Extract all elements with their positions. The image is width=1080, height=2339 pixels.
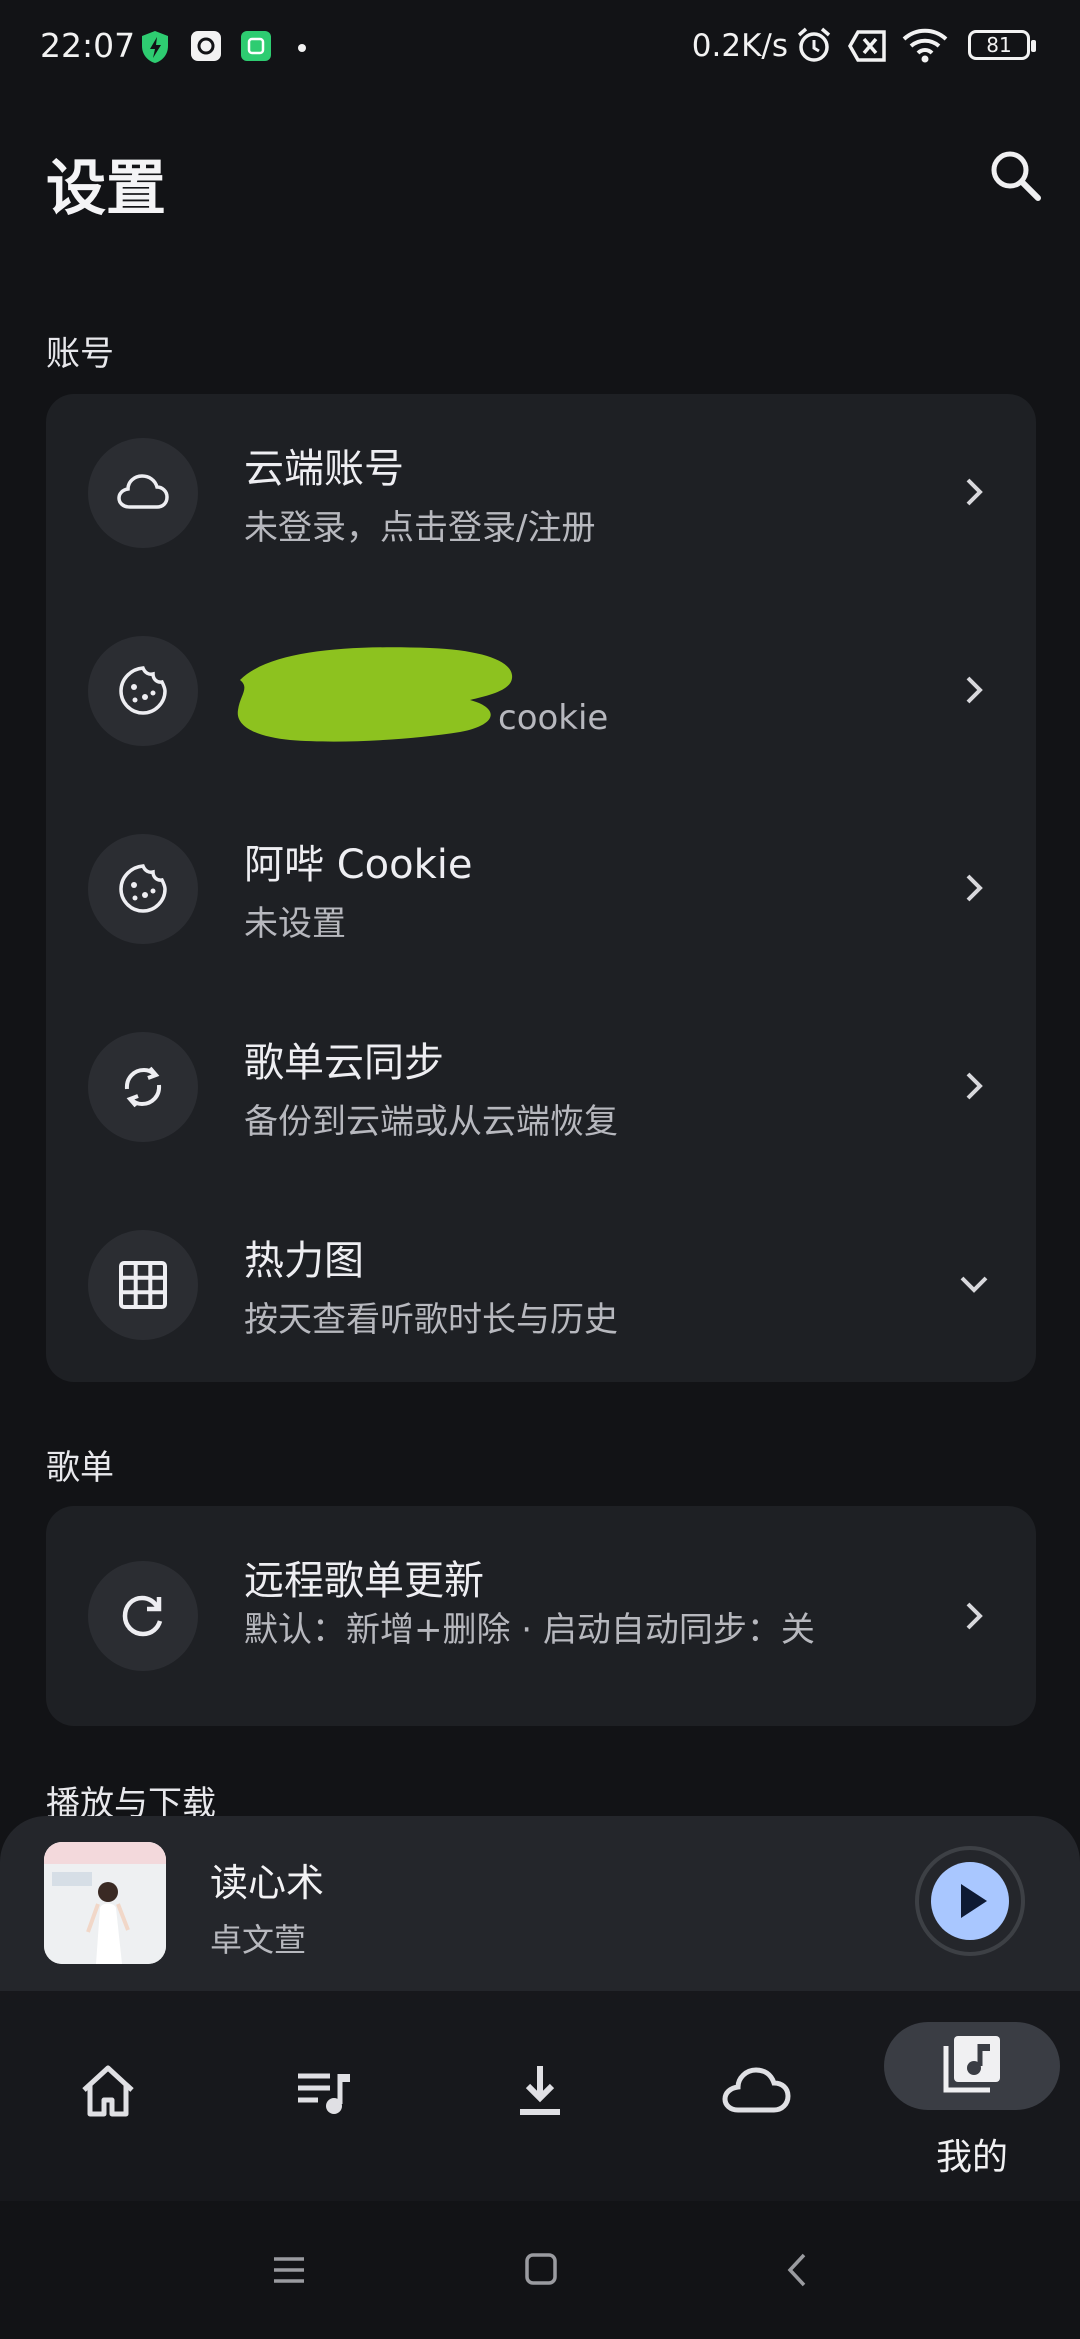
row-subtitle: 未设置 [244, 904, 346, 944]
album-art[interactable] [44, 1842, 166, 1964]
cloud-icon [722, 2067, 791, 2113]
library-icon [943, 2036, 1000, 2093]
row-title: 阿哔 Cookie [244, 842, 473, 888]
section-label-playlist: 歌单 [46, 1448, 114, 1488]
menu-icon[interactable] [272, 2253, 306, 2287]
playlist-cloud-sync-row[interactable]: 歌单云同步 备份到云端或从云端恢复 [46, 988, 1036, 1186]
album-cover-image [44, 1842, 166, 1964]
cloud-icon [117, 474, 169, 509]
cookie-icon [119, 666, 167, 715]
row-subtitle: 备份到云端或从云端恢复 [244, 1102, 618, 1142]
chevron-right-icon [966, 478, 983, 506]
search-icon [991, 151, 1041, 201]
app-notification-icon [191, 31, 221, 61]
shield-bolt-icon [142, 31, 168, 63]
play-button[interactable] [931, 1862, 1009, 1940]
nav-home[interactable] [68, 2052, 148, 2132]
cookie-icon-container [88, 834, 198, 944]
heatmap-row[interactable]: 热力图 按天查看听歌时长与历史 [46, 1186, 1036, 1384]
nav-cloud[interactable] [716, 2052, 796, 2132]
row-title: 热力图 [244, 1238, 364, 1284]
sim-off-icon [848, 30, 886, 62]
refresh-icon-container [88, 1561, 198, 1671]
search-button[interactable] [980, 140, 1052, 212]
chevron-right-icon [966, 1072, 983, 1100]
nav-mine[interactable] [884, 2022, 1060, 2110]
chevron-down-icon [960, 1276, 988, 1293]
net-speed: 0.2K/s [691, 28, 788, 64]
abi-cookie-row[interactable]: 阿哔 Cookie 未设置 [46, 790, 1036, 988]
remote-playlist-update-row[interactable]: 远程歌单更新 默认：新增+删除 · 启动自动同步：关 [46, 1506, 1036, 1726]
row-subtitle: 按天查看听歌时长与历史 [244, 1300, 618, 1340]
row-subtitle: 默认：新增+删除 · 启动自动同步：关 [244, 1610, 815, 1650]
nav-mine-label: 我的 [935, 2137, 1008, 2178]
cloud-icon-container [88, 438, 198, 548]
app-notification-icon-2 [241, 31, 271, 61]
row-subtitle: 未登录，点击登录/注册 [244, 508, 596, 548]
grid-icon-container [88, 1230, 198, 1340]
row-title: 云端账号 [244, 446, 404, 492]
row-title: 远程歌单更新 [244, 1558, 484, 1604]
nav-downloads[interactable] [500, 2052, 580, 2132]
battery-icon: 81 [968, 30, 1036, 60]
grid-icon [119, 1261, 167, 1309]
playlist-card: 远程歌单更新 默认：新增+删除 · 启动自动同步：关 [46, 1506, 1036, 1726]
download-icon [520, 2066, 560, 2115]
chevron-right-icon [966, 874, 983, 902]
wifi-icon [902, 28, 948, 63]
back-icon[interactable] [780, 2251, 814, 2289]
row-title: 歌单云同步 [244, 1040, 444, 1086]
now-playing-artist: 卓文萱 [210, 1921, 307, 1959]
refresh-icon [122, 1595, 163, 1637]
page-title: 设置 [46, 154, 166, 224]
cookie-row[interactable]: cookie [46, 592, 1036, 790]
sync-icon [124, 1066, 162, 1108]
cookie-icon-container [88, 636, 198, 746]
status-bar: 22:07 0.2K/s 81 [0, 0, 1080, 96]
system-navigation-bar [0, 2201, 1080, 2339]
cookie-icon [119, 864, 167, 913]
redaction-mark [237, 647, 513, 742]
play-icon [961, 1884, 987, 1918]
nav-playlists[interactable] [284, 2052, 364, 2132]
chevron-right-icon [966, 676, 983, 704]
chevron-right-icon [966, 1602, 983, 1630]
alarm-icon [797, 27, 831, 62]
account-card: 云端账号 未登录，点击登录/注册 cookie 阿哔 Cookie 未设置 歌单… [46, 394, 1036, 1382]
cloud-account-row[interactable]: 云端账号 未登录，点击登录/注册 [46, 394, 1036, 592]
section-label-account: 账号 [46, 334, 114, 374]
status-time: 22:07 [40, 26, 136, 65]
now-playing-title: 读心术 [210, 1861, 325, 1905]
sync-icon-container [88, 1032, 198, 1142]
home-square-icon[interactable] [524, 2252, 558, 2286]
dot-icon [298, 44, 306, 52]
home-icon [82, 2065, 134, 2117]
playlist-icon [298, 2073, 350, 2114]
